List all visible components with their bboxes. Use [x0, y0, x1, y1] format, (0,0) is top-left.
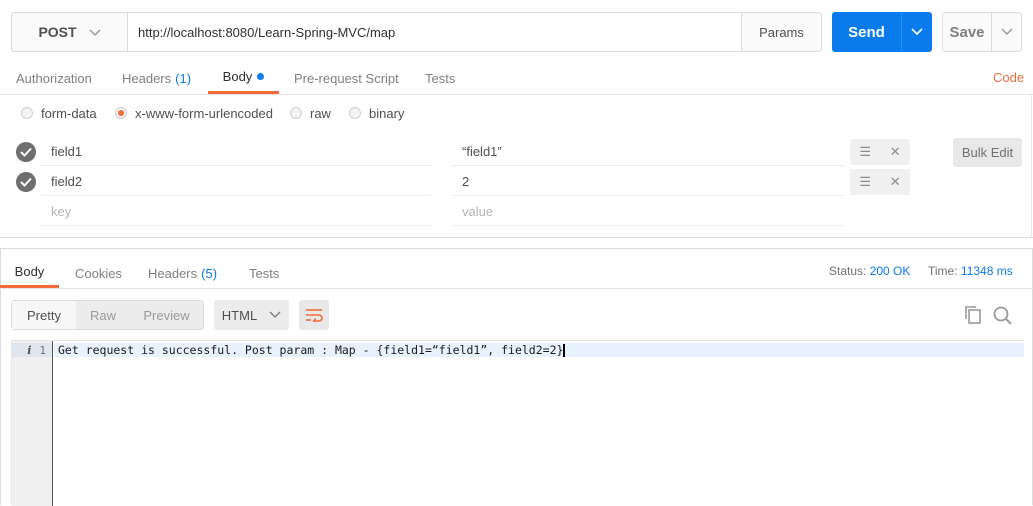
new-value-input[interactable]: value — [452, 198, 844, 226]
response-status: Status: 200 OK — [829, 264, 910, 278]
params-button[interactable]: Params — [741, 13, 821, 51]
send-button[interactable]: Send — [832, 12, 901, 52]
radio-label: binary — [369, 105, 405, 121]
tab-label: Tests — [425, 70, 456, 86]
response-tabs-divider — [0, 288, 1033, 289]
radio-icon — [290, 107, 302, 119]
status-value: 200 OK — [869, 264, 911, 278]
row-tools: ☰ ✕ — [850, 139, 910, 165]
tab-label: Body — [222, 69, 253, 84]
radio-label: raw — [310, 105, 331, 121]
request-url-bar: POST http://localhost:8080/Learn-Spring-… — [11, 12, 822, 52]
code-line[interactable]: Get request is successful. Post param : … — [54, 343, 1024, 357]
code-link[interactable]: Code — [993, 70, 1024, 85]
method-select[interactable]: POST — [12, 13, 128, 51]
response-tab-cookies[interactable]: Cookies — [75, 258, 122, 288]
panel-border — [0, 237, 1033, 238]
format-label: HTML — [221, 307, 258, 323]
tab-headers[interactable]: Headers (1) — [122, 62, 191, 94]
response-editor[interactable]: i 1 Get request is successful. Post para… — [11, 340, 1024, 506]
drag-handle-icon[interactable]: ☰ — [859, 174, 871, 190]
url-input[interactable]: http://localhost:8080/Learn-Spring-MVC/m… — [128, 13, 741, 51]
response-tab-tests[interactable]: Tests — [249, 258, 279, 288]
tab-label: Headers — [122, 70, 172, 86]
view-preview-button[interactable]: Preview — [130, 301, 203, 329]
row-enable-checkbox[interactable] — [16, 142, 36, 162]
tab-tests[interactable]: Tests — [425, 62, 455, 94]
search-icon[interactable] — [992, 305, 1013, 329]
drag-handle-icon[interactable]: ☰ — [859, 144, 871, 160]
chevron-down-icon — [1000, 28, 1013, 36]
send-options-button[interactable] — [901, 12, 932, 52]
new-key-input[interactable]: key — [41, 198, 431, 226]
line-number: i 1 — [12, 343, 52, 357]
radio-binary[interactable]: binary — [349, 104, 404, 122]
radio-icon — [349, 107, 361, 119]
view-raw-button[interactable]: Raw — [76, 301, 130, 329]
status-label: Status: — [829, 264, 867, 278]
radio-label: x-www-form-urlencoded — [135, 105, 273, 121]
chevron-down-icon — [911, 28, 923, 36]
time-label: Time: — [928, 264, 958, 278]
line-number-value: 1 — [39, 343, 46, 357]
radio-form-data[interactable]: form-data — [21, 104, 97, 122]
info-icon: i — [27, 343, 32, 357]
time-value: 11348 ms — [960, 264, 1013, 278]
radio-x-www-form-urlencoded[interactable]: x-www-form-urlencoded — [115, 104, 273, 122]
tab-label: Authorization — [16, 70, 92, 86]
response-time: Time: 11348 ms — [928, 264, 1013, 278]
editor-gutter — [12, 341, 53, 506]
copy-icon[interactable] — [963, 305, 983, 328]
value-input[interactable]: “field1” — [452, 138, 844, 166]
tab-label: Pre-request Script — [294, 70, 399, 86]
response-tab-body[interactable]: Body — [0, 258, 59, 288]
bulk-edit-button[interactable]: Bulk Edit — [953, 138, 1022, 167]
tab-body[interactable]: Body — [208, 62, 279, 94]
radio-checked-icon — [115, 107, 127, 119]
tabs-divider — [0, 94, 1033, 95]
close-icon[interactable]: ✕ — [890, 174, 901, 190]
headers-count: (5) — [201, 265, 218, 281]
format-select[interactable]: HTML — [214, 300, 289, 330]
check-icon — [20, 147, 32, 157]
chevron-down-icon — [269, 311, 281, 319]
row-enable-checkbox[interactable] — [16, 172, 36, 192]
save-button[interactable]: Save — [943, 13, 991, 51]
text-cursor — [563, 343, 566, 357]
radio-raw[interactable]: raw — [290, 104, 331, 122]
key-input[interactable]: field2 — [41, 168, 431, 196]
tab-pre-request-script[interactable]: Pre-request Script — [294, 62, 399, 94]
panel-border — [1031, 94, 1032, 238]
radio-icon — [21, 107, 33, 119]
chevron-down-icon — [89, 24, 101, 40]
method-label: POST — [38, 24, 77, 40]
save-options-button[interactable] — [991, 13, 1021, 51]
value-input[interactable]: 2 — [452, 168, 844, 196]
tab-authorization[interactable]: Authorization — [16, 62, 92, 94]
code-text: Get request is successful. Post param : … — [58, 343, 564, 357]
tab-label: Headers — [148, 265, 198, 281]
body-indicator-dot — [257, 73, 265, 80]
wrap-lines-button[interactable] — [299, 300, 329, 330]
close-icon[interactable]: ✕ — [890, 144, 901, 160]
view-pretty-button[interactable]: Pretty — [12, 301, 76, 329]
wrap-icon — [306, 309, 323, 322]
key-input[interactable]: field1 — [41, 138, 431, 166]
send-button-group: Send — [832, 12, 932, 52]
row-tools: ☰ ✕ — [850, 169, 910, 195]
tab-label: Cookies — [75, 265, 122, 281]
check-icon — [20, 177, 32, 187]
tab-label: Tests — [249, 265, 280, 281]
save-button-group: Save — [942, 12, 1022, 52]
response-tab-headers[interactable]: Headers (5) — [148, 258, 217, 288]
tab-label: Body — [14, 264, 45, 279]
headers-count: (1) — [175, 70, 192, 86]
radio-label: form-data — [41, 105, 97, 121]
view-mode-group: Pretty Raw Preview — [11, 300, 204, 330]
